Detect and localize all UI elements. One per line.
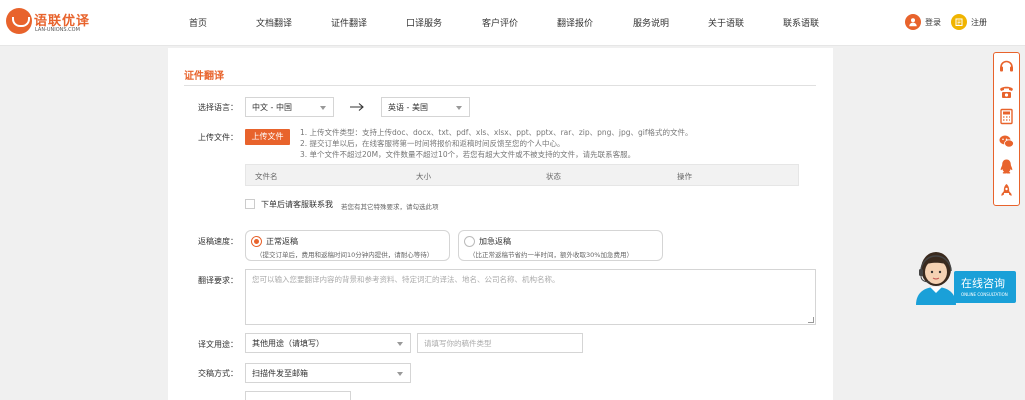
- upload-label: 上传文件：: [198, 133, 238, 142]
- rocket-icon[interactable]: [998, 183, 1015, 200]
- radio-selected-icon: [251, 236, 262, 247]
- qq-icon[interactable]: [998, 158, 1015, 175]
- nav-contact[interactable]: 联系语联: [783, 16, 819, 29]
- urgent-speed-desc: （比正常返稿节省约一半时间，额外收取30%加急费用）: [469, 251, 633, 259]
- upload-tip: 1. 上传文件类型：支持上传doc、docx、txt、pdf、xls、xlsx、…: [300, 128, 693, 137]
- upload-file-button[interactable]: 上传文件: [245, 129, 290, 145]
- column-header: 文件名: [255, 172, 278, 181]
- purpose-input[interactable]: 请填写你的稿件类型: [417, 333, 583, 353]
- purpose-value: 其他用途（请填写）: [252, 338, 324, 348]
- chevron-down-icon: [456, 106, 462, 110]
- file-table-header: 文件名 大小 状态 操作: [245, 164, 799, 186]
- requirements-textarea[interactable]: 您可以输入您要翻译内容的背景和参考资料、特定词汇的译法、地名、公司名称、机构名称…: [245, 269, 816, 325]
- language-label: 选择语言：: [198, 103, 238, 112]
- calculator-icon[interactable]: [998, 108, 1015, 125]
- purpose-select[interactable]: 其他用途（请填写）: [245, 333, 411, 353]
- nav-reviews[interactable]: 客户评价: [482, 16, 518, 29]
- page-title: 证件翻译: [184, 71, 224, 82]
- radio-icon: [464, 236, 475, 247]
- headset-icon[interactable]: [998, 58, 1015, 75]
- source-language-value: 中文 - 中国: [252, 102, 292, 112]
- logo-domain: LAN-UNIONS.COM: [35, 27, 80, 33]
- wechat-icon[interactable]: [998, 133, 1015, 150]
- brand-logo[interactable]: 语联优译 LAN-UNIONS.COM: [6, 8, 98, 38]
- contact-me-note: 若您有其它特殊要求，请勾选此项: [341, 203, 439, 211]
- title-divider: [184, 85, 816, 86]
- phone-icon[interactable]: [998, 83, 1015, 100]
- contact-me-label: 下单后请客服联系我: [261, 200, 333, 209]
- normal-speed-desc: （提交订单后，费用和返稿时间10分钟内提供，请耐心等待）: [256, 251, 434, 259]
- chevron-down-icon: [320, 106, 326, 110]
- login-link[interactable]: 登录: [905, 13, 941, 31]
- nav-document-translation[interactable]: 文档翻译: [256, 16, 292, 29]
- order-form-panel: 证件翻译 选择语言： 中文 - 中国 英语 - 美国 上传文件： 上传文件 1.…: [168, 48, 833, 400]
- nav-certificate-translation[interactable]: 证件翻译: [331, 16, 367, 29]
- delivery-select[interactable]: 扫描件发至邮箱: [245, 363, 411, 383]
- purpose-placeholder: 请填写你的稿件类型: [424, 338, 492, 348]
- urgent-speed-option[interactable]: 加急返稿 （比正常返稿节省约一半时间，额外收取30%加急费用）: [458, 230, 663, 261]
- floating-toolbar: [993, 52, 1020, 206]
- normal-speed-title: 正常返稿: [266, 237, 298, 246]
- register-link[interactable]: 注册: [951, 13, 987, 31]
- upload-tip: 3. 单个文件不超过20M，文件数量不超过10个，若您有超大文件或不被支持的文件…: [300, 150, 636, 159]
- delivery-label: 交稿方式：: [198, 369, 238, 378]
- edit-icon: [951, 14, 967, 30]
- column-header: 操作: [677, 172, 692, 181]
- target-language-select[interactable]: 英语 - 美国: [381, 97, 470, 117]
- contact-me-checkbox[interactable]: [245, 199, 255, 209]
- nav-pricing[interactable]: 翻译报价: [557, 16, 593, 29]
- target-language-value: 英语 - 美国: [388, 102, 428, 112]
- arrow-right-icon: [349, 100, 365, 116]
- nav-service-info[interactable]: 服务说明: [633, 16, 669, 29]
- top-header: 语联优译 LAN-UNIONS.COM 首页 文档翻译 证件翻译 口译服务 客户…: [0, 0, 1025, 46]
- user-icon: [905, 14, 921, 30]
- nav-home[interactable]: 首页: [189, 16, 207, 29]
- purpose-label: 译文用途：: [198, 340, 238, 349]
- chevron-down-icon: [397, 342, 403, 346]
- column-header: 大小: [416, 172, 431, 181]
- normal-speed-option[interactable]: 正常返稿 （提交订单后，费用和返稿时间10分钟内提供，请耐心等待）: [245, 230, 450, 261]
- delivery-value: 扫描件发至邮箱: [252, 368, 308, 378]
- consult-subtitle: ONLINE CONSULTATION: [961, 292, 1008, 297]
- nav-interpretation[interactable]: 口译服务: [406, 16, 442, 29]
- logo-mark-icon: [6, 8, 32, 34]
- online-consult-button[interactable]: 在线咨询 ONLINE CONSULTATION: [908, 243, 1016, 305]
- login-label: 登录: [925, 17, 941, 27]
- register-label: 注册: [971, 17, 987, 27]
- requirements-label: 翻译要求：: [198, 276, 238, 285]
- chevron-down-icon: [397, 372, 403, 376]
- column-header: 状态: [546, 172, 561, 181]
- next-field-select[interactable]: [245, 391, 351, 400]
- requirements-placeholder: 您可以输入您要翻译内容的背景和参考资料、特定词汇的译法、地名、公司名称、机构名称…: [252, 275, 560, 284]
- nav-about[interactable]: 关于语联: [708, 16, 744, 29]
- urgent-speed-title: 加急返稿: [479, 237, 511, 246]
- consult-title: 在线咨询: [961, 277, 1005, 290]
- source-language-select[interactable]: 中文 - 中国: [245, 97, 334, 117]
- consult-card: 在线咨询 ONLINE CONSULTATION: [954, 271, 1016, 303]
- speed-label: 返稿速度：: [198, 237, 238, 246]
- resize-handle-icon[interactable]: [808, 317, 814, 323]
- upload-tip: 2. 提交订单以后，在线客服将第一时间将报价和返稿时间反馈至您的个人中心。: [300, 139, 565, 148]
